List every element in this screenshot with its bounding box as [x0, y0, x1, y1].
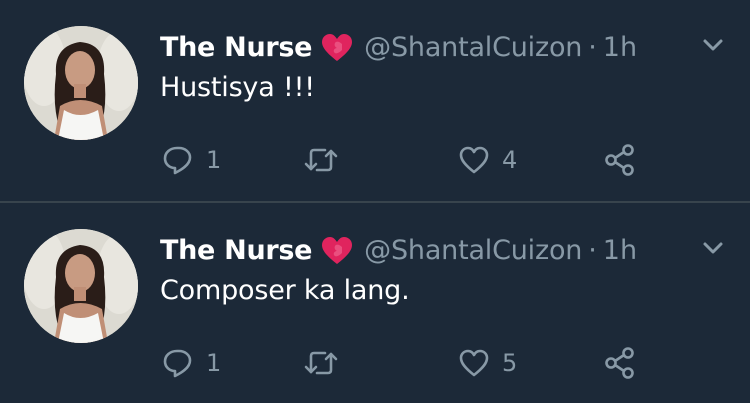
chevron-down-icon[interactable] — [700, 34, 726, 56]
tweet-text: Composer ka lang. — [160, 275, 410, 306]
chevron-down-icon[interactable] — [700, 237, 726, 259]
avatar[interactable] — [24, 26, 138, 140]
like-count: 4 — [502, 146, 518, 174]
tweet-text: Hustisya !!! — [160, 72, 315, 103]
author-handle[interactable]: @ShantalCuizon — [364, 32, 582, 63]
retweet-button[interactable] — [304, 140, 350, 180]
avatar-image — [24, 26, 138, 140]
reply-button[interactable]: 1 — [162, 343, 221, 383]
tweet[interactable]: The Nurse @ShantalCuizon · 1h Hustisya !… — [0, 0, 750, 200]
tweet-timestamp[interactable]: 1h — [603, 235, 637, 266]
share-button[interactable] — [604, 140, 636, 180]
author-name[interactable]: The Nurse — [160, 32, 312, 63]
reply-icon — [162, 347, 194, 379]
reply-count: 1 — [206, 146, 222, 174]
like-button[interactable]: 5 — [458, 343, 517, 383]
reply-button[interactable]: 1 — [162, 140, 221, 180]
like-icon — [458, 348, 490, 378]
tweet-actions: 1 4 — [0, 140, 750, 180]
two-hearts-emoji-icon — [320, 32, 354, 62]
share-icon — [604, 143, 636, 177]
tweet-actions: 1 5 — [0, 343, 750, 383]
reply-count: 1 — [206, 349, 222, 377]
reply-icon — [162, 144, 194, 176]
tweet-header: The Nurse @ShantalCuizon · 1h — [160, 26, 637, 68]
retweet-icon — [304, 145, 338, 175]
retweet-icon — [304, 348, 338, 378]
avatar-image — [24, 229, 138, 343]
share-icon — [604, 346, 636, 380]
share-button[interactable] — [604, 343, 636, 383]
tweet-header: The Nurse @ShantalCuizon · 1h — [160, 229, 637, 271]
separator-dot: · — [588, 234, 597, 266]
like-count: 5 — [502, 349, 518, 377]
author-name[interactable]: The Nurse — [160, 235, 312, 266]
two-hearts-emoji-icon — [320, 235, 354, 265]
timeline-feed: The Nurse @ShantalCuizon · 1h Hustisya !… — [0, 0, 750, 401]
separator-dot: · — [588, 31, 597, 63]
like-button[interactable]: 4 — [458, 140, 517, 180]
like-icon — [458, 145, 490, 175]
avatar[interactable] — [24, 229, 138, 343]
tweet-timestamp[interactable]: 1h — [603, 32, 637, 63]
retweet-button[interactable] — [304, 343, 350, 383]
author-handle[interactable]: @ShantalCuizon — [364, 235, 582, 266]
tweet[interactable]: The Nurse @ShantalCuizon · 1h Composer k… — [0, 203, 750, 403]
